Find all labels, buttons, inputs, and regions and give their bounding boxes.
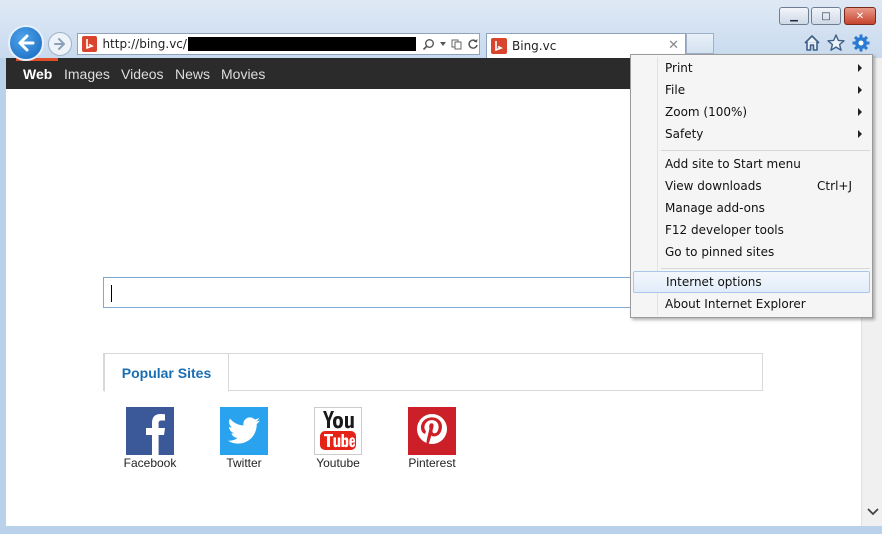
menu-separator [661,268,870,269]
close-window-button[interactable]: ✕ [844,7,876,25]
facebook-logo-icon [126,407,174,455]
menu-item-label: Add site to Start menu [665,157,801,171]
site-pinterest[interactable]: Pinterest [397,407,467,470]
text-caret [111,285,112,302]
site-label: Pinterest [408,456,456,470]
menu-item-label: F12 developer tools [665,223,784,237]
tools-menu: Print File Zoom (100%) Safety Add site t… [630,54,873,318]
address-url-text: http://bing.vc/ [102,37,187,51]
back-button[interactable] [8,25,44,61]
redacted-url-block [187,37,416,51]
menu-item-safety[interactable]: Safety [633,124,870,146]
submenu-arrow-icon [858,130,862,138]
nav-movies[interactable]: Movies [221,66,265,82]
menu-item-about-internet-explorer[interactable]: About Internet Explorer [633,294,870,316]
nav-images[interactable]: Images [64,66,110,82]
forward-arrow-icon [54,38,66,50]
pinterest-logo-icon [408,407,456,455]
home-icon[interactable] [802,33,822,53]
address-bar[interactable]: http://bing.vc/ [77,33,480,55]
submenu-arrow-icon [858,64,862,72]
site-facebook[interactable]: Facebook [115,407,185,470]
menu-item-label: View downloads [665,179,762,193]
submenu-arrow-icon [858,86,862,94]
site-twitter[interactable]: Twitter [209,407,279,470]
menu-item-add-site-to-start-menu[interactable]: Add site to Start menu [633,154,870,176]
youtube-logo-icon [314,407,362,455]
menu-item-go-to-pinned-sites[interactable]: Go to pinned sites [633,242,870,264]
menu-item-label: Go to pinned sites [665,245,775,259]
new-tab-button[interactable] [686,33,714,54]
tab-favicon-icon [491,38,507,54]
browser-chrome: ▁ □ ✕ http://bing.vc/ Bing.vc ✕ [0,0,882,61]
menu-item-print[interactable]: Print [633,58,870,80]
popular-sites-panel: Popular Sites [103,353,763,392]
twitter-logo-icon [220,407,268,455]
menu-item-f12-developer-tools[interactable]: F12 developer tools [633,220,870,242]
tab-title: Bing.vc [512,39,557,53]
minimize-button[interactable]: ▁ [779,7,809,25]
menu-item-label: Internet options [666,275,762,289]
bing-favicon-icon [82,36,98,52]
scroll-down-arrow-icon[interactable] [867,508,879,516]
submenu-arrow-icon [858,108,862,116]
menu-item-label: Zoom (100%) [665,105,748,119]
menu-shortcut: Ctrl+J [817,179,852,193]
site-label: Facebook [123,456,177,470]
menu-item-label: Safety [665,127,704,141]
menu-item-label: Print [665,61,693,75]
menu-item-view-downloads[interactable]: View downloads Ctrl+J [633,176,870,198]
tab-popular-sites[interactable]: Popular Sites [104,353,229,392]
compatibility-icon[interactable] [451,38,463,50]
menu-separator [661,150,870,151]
maximize-button[interactable]: □ [811,7,841,25]
forward-button[interactable] [48,32,72,56]
tab-close-icon[interactable]: ✕ [668,38,679,53]
nav-web[interactable]: Web [23,66,52,82]
search-icon[interactable] [422,38,435,51]
menu-item-manage-add-ons[interactable]: Manage add-ons [633,198,870,220]
site-youtube[interactable]: Youtube [303,407,373,470]
nav-news[interactable]: News [175,66,210,82]
tools-gear-icon[interactable] [851,33,871,53]
dropdown-icon[interactable] [439,40,447,48]
menu-item-label: About Internet Explorer [665,297,806,311]
menu-item-label: File [665,83,686,97]
menu-item-file[interactable]: File [633,80,870,102]
menu-item-label: Manage add-ons [665,201,765,215]
menu-item-zoom[interactable]: Zoom (100%) [633,102,870,124]
site-label: Twitter [226,456,262,470]
menu-item-internet-options[interactable]: Internet options [633,271,870,293]
site-label: Youtube [316,456,360,470]
back-arrow-icon [18,34,35,52]
favorites-star-icon[interactable] [826,33,846,53]
refresh-icon[interactable] [467,38,479,50]
nav-videos[interactable]: Videos [121,66,164,82]
